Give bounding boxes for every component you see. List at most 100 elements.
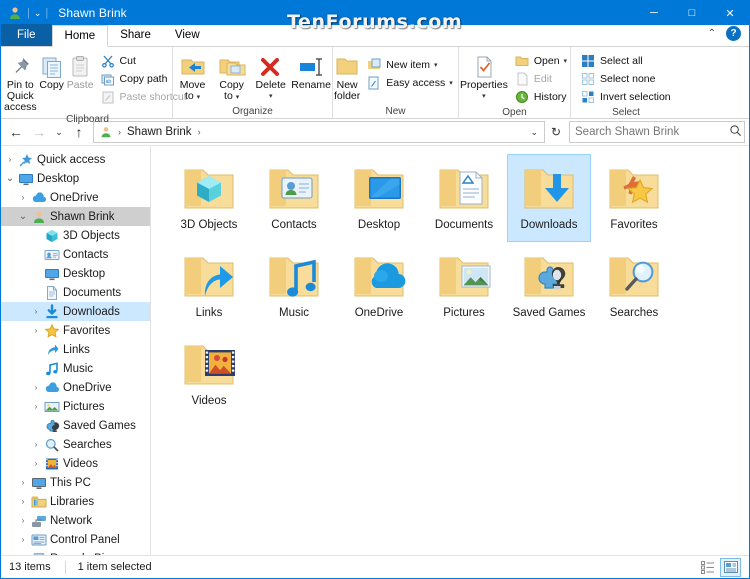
- chevron-right-icon[interactable]: ›: [16, 535, 30, 544]
- properties-button[interactable]: Properties ▾: [459, 50, 509, 102]
- chevron-right-icon[interactable]: ›: [29, 459, 43, 468]
- address-dropdown-icon[interactable]: ⌄: [530, 127, 540, 138]
- pin-to-quick-access-button[interactable]: Pin to Quick access: [3, 50, 38, 113]
- sidebar-item-onedrive[interactable]: › OneDrive: [1, 188, 150, 207]
- close-button[interactable]: ✕: [711, 1, 749, 25]
- easy-access-caret-icon[interactable]: ▾: [449, 79, 453, 87]
- file-item-searches[interactable]: Searches: [592, 242, 676, 330]
- minimize-button[interactable]: ─: [635, 1, 673, 25]
- move-to-button[interactable]: Move to ▾: [173, 50, 212, 103]
- sidebar-item-saved-games[interactable]: Saved Games: [1, 416, 150, 435]
- sidebar-item-3d-objects[interactable]: 3D Objects: [1, 226, 150, 245]
- sidebar-item-links[interactable]: Links: [1, 340, 150, 359]
- invert-selection-button[interactable]: Invert selection: [577, 88, 674, 106]
- rename-button[interactable]: Rename: [290, 50, 332, 91]
- sidebar-item-onedrive[interactable]: › OneDrive: [1, 378, 150, 397]
- file-list-pane[interactable]: 3D Objects Contacts Desktop Documents Downlo…: [151, 146, 749, 555]
- large-icons-view-icon[interactable]: [720, 557, 741, 577]
- delete-caret-icon[interactable]: ▾: [269, 91, 273, 102]
- chevron-down-icon[interactable]: ⌄: [3, 173, 17, 184]
- new-folder-button[interactable]: New folder: [333, 50, 361, 102]
- sidebar-item-libraries[interactable]: › Libraries: [1, 492, 150, 511]
- breadcrumb-separator-2[interactable]: ›: [197, 127, 202, 137]
- sidebar-item-videos[interactable]: › Videos: [1, 454, 150, 473]
- file-item-music[interactable]: Music: [252, 242, 336, 330]
- details-view-icon[interactable]: [697, 558, 718, 577]
- saved-games-icon: [43, 418, 61, 434]
- chevron-right-icon[interactable]: ›: [16, 478, 30, 487]
- chevron-right-icon[interactable]: ›: [29, 307, 43, 316]
- sidebar-item-pictures[interactable]: › Pictures: [1, 397, 150, 416]
- chevron-right-icon[interactable]: ›: [16, 497, 30, 506]
- sidebar-item-label: Videos: [63, 457, 98, 470]
- copy-to-button[interactable]: Copy to ▾: [212, 50, 251, 103]
- file-item-videos[interactable]: Videos: [167, 330, 251, 418]
- sidebar-item-control-panel[interactable]: › Control Panel: [1, 530, 150, 549]
- navigation-pane[interactable]: › Quick access ⌄ Desktop › OneDrive ⌄ Shawn Bri…: [1, 146, 151, 555]
- file-item-documents[interactable]: Documents: [422, 154, 506, 242]
- file-item-contacts[interactable]: Contacts: [252, 154, 336, 242]
- file-item-pictures[interactable]: Pictures: [422, 242, 506, 330]
- file-item-saved-games[interactable]: Saved Games: [507, 242, 591, 330]
- file-item-links[interactable]: Links: [167, 242, 251, 330]
- sidebar-item-shawn-brink[interactable]: ⌄ Shawn Brink: [1, 207, 150, 226]
- file-item-onedrive[interactable]: OneDrive: [337, 242, 421, 330]
- properties-caret-icon[interactable]: ▾: [482, 91, 486, 102]
- sidebar-item-searches[interactable]: › Searches: [1, 435, 150, 454]
- search-box[interactable]: [569, 121, 745, 143]
- sidebar-item-music[interactable]: Music: [1, 359, 150, 378]
- sidebar-item-desktop[interactable]: ⌄ Desktop: [1, 169, 150, 188]
- quick-access-toolbar-chevron[interactable]: ⌄: [34, 8, 42, 19]
- file-item-label: Contacts: [271, 219, 317, 231]
- chevron-right-icon[interactable]: ›: [29, 326, 43, 335]
- help-icon[interactable]: ?: [726, 26, 741, 41]
- qat-divider-2: |: [45, 7, 49, 19]
- sidebar-item-desktop[interactable]: Desktop: [1, 264, 150, 283]
- refresh-button[interactable]: ↻: [546, 121, 566, 143]
- sidebar-item-downloads[interactable]: › Downloads: [1, 302, 150, 321]
- sidebar-item-network[interactable]: › Network: [1, 511, 150, 530]
- tab-view[interactable]: View: [163, 24, 212, 46]
- chevron-right-icon[interactable]: ›: [3, 155, 17, 164]
- history-button[interactable]: History: [511, 88, 570, 106]
- file-item-favorites[interactable]: Favorites: [592, 154, 676, 242]
- sidebar-item-this-pc[interactable]: › This PC: [1, 473, 150, 492]
- edit-icon: [514, 71, 530, 87]
- select-none-button[interactable]: Select none: [577, 70, 674, 88]
- file-item-3d-objects[interactable]: 3D Objects: [167, 154, 251, 242]
- sidebar-item-documents[interactable]: Documents: [1, 283, 150, 302]
- chevron-right-icon[interactable]: ›: [16, 516, 30, 525]
- collapse-ribbon-icon[interactable]: ⌃: [704, 28, 720, 39]
- paste-button[interactable]: Paste: [66, 50, 95, 91]
- open-caret-icon[interactable]: ▾: [564, 57, 568, 65]
- ribbon-group-select: Select all Select none Invert selection …: [571, 47, 681, 118]
- search-input[interactable]: [575, 126, 729, 138]
- select-none-label: Select none: [600, 73, 656, 85]
- tab-home[interactable]: Home: [51, 25, 109, 47]
- sidebar-item-contacts[interactable]: Contacts: [1, 245, 150, 264]
- file-item-downloads[interactable]: Downloads: [507, 154, 591, 242]
- tab-share[interactable]: Share: [108, 24, 163, 46]
- chevron-right-icon[interactable]: ›: [29, 440, 43, 449]
- copy-button[interactable]: Copy: [38, 50, 66, 91]
- search-icon[interactable]: [729, 124, 742, 140]
- sidebar-item-favorites[interactable]: › Favorites: [1, 321, 150, 340]
- easy-access-button[interactable]: Easy access ▾: [363, 74, 455, 92]
- file-item-desktop[interactable]: Desktop: [337, 154, 421, 242]
- chevron-right-icon[interactable]: ›: [29, 402, 43, 411]
- new-item-caret-icon[interactable]: ▾: [434, 61, 438, 69]
- folder-3d-objects-icon: [177, 160, 241, 216]
- edit-button[interactable]: Edit: [511, 70, 570, 88]
- delete-button[interactable]: Delete ▾: [251, 50, 290, 102]
- new-item-button[interactable]: New item ▾: [363, 56, 455, 74]
- sidebar-item-quick-access[interactable]: › Quick access: [1, 150, 150, 169]
- chevron-right-icon[interactable]: ›: [29, 383, 43, 392]
- open-button[interactable]: Open ▾: [511, 52, 570, 70]
- select-all-button[interactable]: Select all: [577, 52, 674, 70]
- sidebar-item-label: Desktop: [37, 172, 80, 185]
- maximize-button[interactable]: □: [673, 1, 711, 25]
- chevron-right-icon[interactable]: ›: [16, 193, 30, 202]
- breadcrumb-shawn-brink[interactable]: Shawn Brink: [125, 126, 194, 138]
- chevron-down-icon[interactable]: ⌄: [16, 211, 30, 222]
- tab-file[interactable]: File: [1, 24, 52, 46]
